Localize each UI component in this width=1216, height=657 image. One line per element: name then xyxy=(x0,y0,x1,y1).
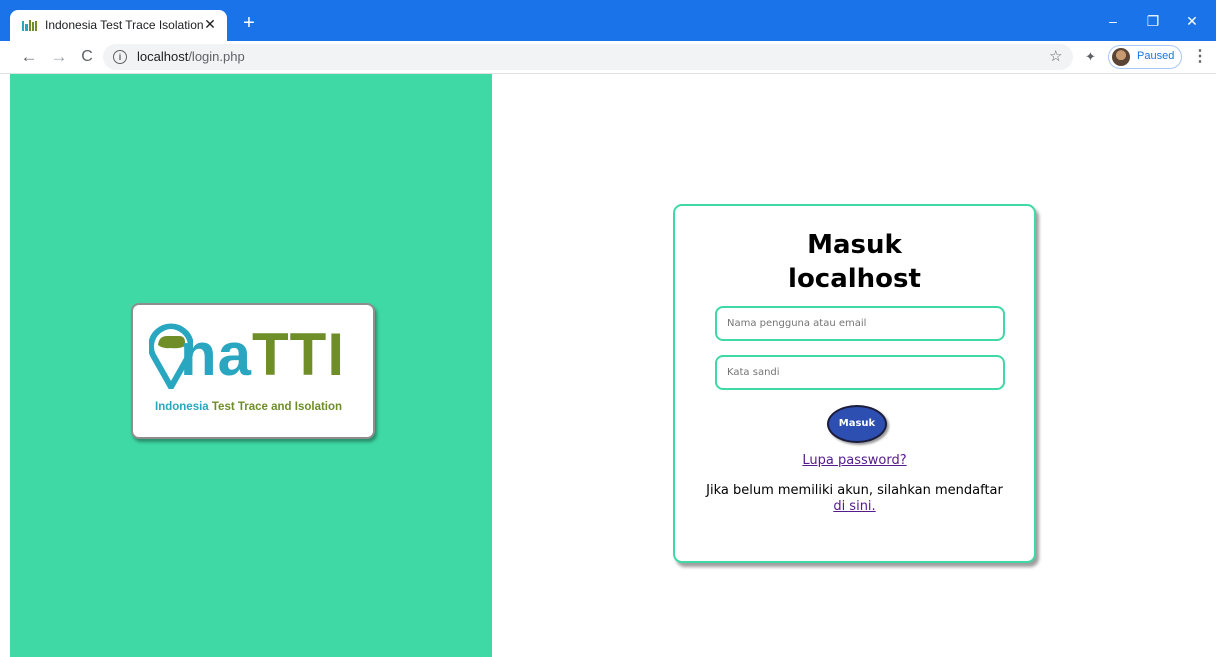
avatar xyxy=(1112,48,1130,66)
logo-wordmark: naTTI xyxy=(180,325,345,385)
profile-button[interactable]: Paused xyxy=(1108,45,1182,69)
logo-tagline-part1: Indonesia xyxy=(155,401,209,413)
address-bar[interactable]: i localhost/login.php xyxy=(103,44,1073,70)
register-prompt-text: Jika belum memiliki akun, silahkan menda… xyxy=(706,483,1003,498)
url-host: localhost xyxy=(137,49,189,64)
browser-menu-icon[interactable]: ⋮ xyxy=(1192,48,1208,66)
reload-icon[interactable]: C xyxy=(76,46,98,68)
browser-tab[interactable]: Indonesia Test Trace Isolation ✕ xyxy=(10,10,227,41)
site-favicon-icon xyxy=(22,20,37,31)
logo-tagline-part2: Test Trace and Isolation xyxy=(208,401,343,413)
url-path: /login.php xyxy=(188,49,245,64)
site-info-icon[interactable]: i xyxy=(113,50,127,64)
extensions-puzzle-icon[interactable]: ✦ xyxy=(1085,49,1096,65)
tab-title: Indonesia Test Trace Isolation xyxy=(45,18,204,32)
register-link[interactable]: di sini. xyxy=(833,499,875,514)
password-input[interactable] xyxy=(715,355,1005,390)
window-restore-button[interactable]: ❐ xyxy=(1138,10,1168,32)
forward-arrow-icon[interactable]: → xyxy=(48,46,70,68)
browser-titlebar: Indonesia Test Trace Isolation ✕ + – ❐ ✕ xyxy=(0,0,1216,41)
forgot-password-link[interactable]: Lupa password? xyxy=(675,453,1034,468)
logo-word-na: na xyxy=(180,321,253,388)
login-submit-button[interactable]: Masuk xyxy=(827,405,887,443)
logo-word-tti: TTI xyxy=(252,321,346,388)
new-tab-button[interactable]: + xyxy=(240,13,258,33)
back-arrow-icon[interactable]: ← xyxy=(18,46,40,68)
login-card: Masuk localhost Masuk Lupa password? Jik… xyxy=(673,204,1036,563)
login-title: Masuk localhost xyxy=(675,228,1034,296)
branding-panel: naTTI Indonesia Test Trace and Isolation xyxy=(10,74,492,657)
login-title-line2: localhost xyxy=(788,264,921,294)
username-input[interactable] xyxy=(715,306,1005,341)
profile-status: Paused xyxy=(1137,50,1175,62)
url-text: localhost/login.php xyxy=(137,49,245,64)
register-prompt: Jika belum memiliki akun, silahkan menda… xyxy=(699,483,1010,515)
window-close-button[interactable]: ✕ xyxy=(1177,10,1207,32)
browser-toolbar: ← → C i localhost/login.php ☆ ✦ Paused ⋮ xyxy=(0,41,1216,74)
tab-close-icon[interactable]: ✕ xyxy=(201,15,219,33)
bookmark-star-icon[interactable]: ☆ xyxy=(1049,48,1062,66)
logo-card: naTTI Indonesia Test Trace and Isolation xyxy=(131,303,375,439)
logo-tagline: Indonesia Test Trace and Isolation xyxy=(155,401,342,413)
window-minimize-button[interactable]: – xyxy=(1098,10,1128,32)
login-title-line1: Masuk xyxy=(807,230,902,260)
